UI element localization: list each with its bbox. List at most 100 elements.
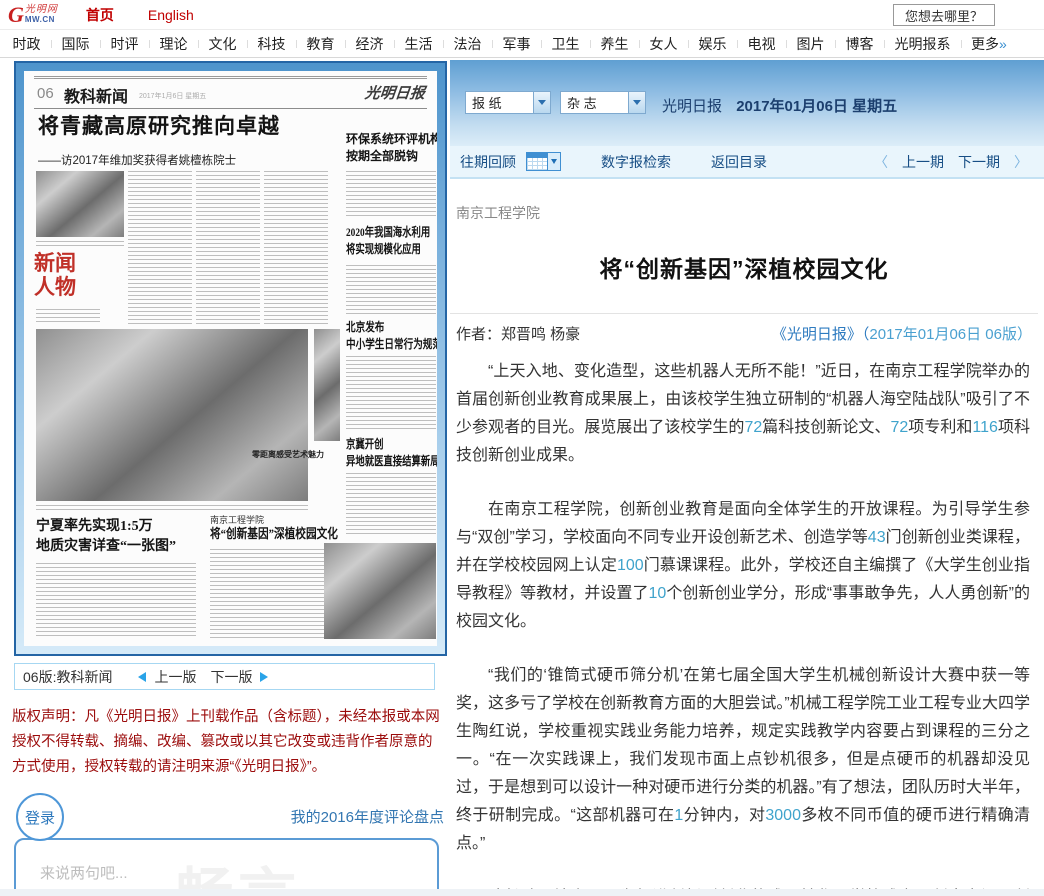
nav-item[interactable]: 卫生 — [541, 34, 590, 54]
calendar-picker[interactable] — [526, 152, 561, 171]
nav-item[interactable]: 生活 — [394, 34, 443, 54]
np-photo-caption: 零距离感受艺术魅力 — [252, 449, 324, 460]
newspaper-page-thumbnail[interactable]: 06 教科新闻 2017年1月6日 星期五 光明日报 将青藏高原研究推向卓越 —… — [14, 61, 447, 656]
nav-item[interactable]: 国际 — [51, 34, 100, 54]
article-kicker: 南京工程学院 — [456, 203, 1038, 223]
article-title: 将“创新基因”深植校园文化 — [450, 250, 1038, 284]
newspaper-page: 06 教科新闻 2017年1月6日 星期五 光明日报 将青藏高原研究推向卓越 —… — [24, 71, 437, 646]
magazine-select-value: 杂 志 — [567, 93, 628, 112]
newspaper-text-column — [210, 549, 332, 639]
current-page-label: 06版:教科新闻 — [23, 667, 112, 687]
newspaper-date-meta: 2017年1月6日 星期五 — [139, 91, 206, 101]
nav-item-more[interactable]: 更多» — [961, 34, 1017, 54]
back-to-toc-link[interactable]: 返回目录 — [711, 152, 767, 172]
nav-more-label: 更多 — [971, 36, 999, 52]
nav-item[interactable]: 养生 — [590, 34, 639, 54]
comment-input[interactable]: 来说两句吧... 畅言 — [14, 838, 439, 896]
angle-right-icon: 〉 — [1014, 152, 1028, 172]
newspaper-text-column — [36, 505, 308, 513]
logo-text: 光明网 MW.CN — [25, 5, 58, 24]
nav-item[interactable]: 娱乐 — [688, 34, 737, 54]
np-photo-strip — [314, 329, 340, 441]
bottom-bar — [0, 889, 1044, 896]
archive-link[interactable]: 往期回顾 — [460, 152, 516, 172]
np-news-figure-stamp: 新闻人物 — [34, 251, 84, 299]
chevron-right-icon: » — [999, 36, 1007, 52]
comment-summary-link[interactable]: 我的2016年度评论盘点 — [291, 806, 444, 827]
newspaper-text-column — [128, 171, 192, 325]
prev-page-label: 上一版 — [154, 667, 196, 687]
newspaper-text-column — [196, 171, 260, 325]
source-date: 2017年01月06日 06版） — [869, 326, 1032, 343]
newspaper-masthead: 光明日报 — [364, 82, 426, 103]
issue-nav-row: 往期回顾 数字报检索 返回目录 〈 上一期 下一期 〉 — [450, 146, 1044, 179]
article-body: “上天入地、变化造型，这些机器人无所不能！”近日，在南京工程学院举办的首届创新创… — [450, 344, 1038, 896]
home-link[interactable]: 首页 — [86, 5, 114, 25]
nav-item[interactable]: 经济 — [345, 34, 394, 54]
article-source-link[interactable]: 《光明日报》（2017年01月06日 06版） — [772, 323, 1032, 344]
gmw-logo[interactable]: G 光明网 MW.CN — [8, 4, 58, 26]
newspaper-text-column — [346, 473, 436, 535]
source-name: 《光明日报》（ — [772, 326, 870, 343]
triangle-right-icon — [260, 672, 268, 682]
prev-issue-link[interactable]: 上一期 — [902, 152, 944, 172]
nav-item[interactable]: 图片 — [786, 34, 835, 54]
nav-item[interactable]: 法治 — [443, 34, 492, 54]
article-author: 作者：郑晋鸣 杨豪 — [456, 323, 580, 344]
search-input[interactable] — [893, 4, 995, 26]
newspaper-text-column — [36, 309, 100, 325]
login-button[interactable]: 登录 — [16, 793, 64, 841]
paper-select[interactable]: 报 纸 — [465, 91, 551, 114]
copyright-notice: 版权声明：凡《光明日报》上刊载作品（含标题），未经本报或本网授权不得转载、摘编、… — [12, 705, 446, 780]
newspaper-section-title: 教科新闻 — [64, 83, 128, 107]
logo-en: MW.CN — [25, 15, 58, 24]
nav-item[interactable]: 军事 — [492, 34, 541, 54]
nav-item[interactable]: 电视 — [737, 34, 786, 54]
issue-pager: 〈 上一期 下一期 〉 — [874, 152, 1028, 172]
edition-title: 光明日报 2017年01月06日 星期五 — [662, 95, 897, 116]
english-link[interactable]: English — [148, 7, 194, 23]
newspaper-text-column — [36, 241, 124, 248]
newspaper-top-rule — [34, 76, 427, 79]
next-issue-link[interactable]: 下一期 — [958, 152, 1000, 172]
np-headline-innovation: 将“创新基因”深植校园文化 — [210, 525, 338, 542]
np-lead-headline: 将青藏高原研究推向卓越 — [38, 118, 328, 135]
nav-item[interactable]: 文化 — [198, 34, 247, 54]
comment-placeholder: 来说两句吧... — [40, 862, 128, 883]
article-paragraph: “我们的‘锥筒式硬币筛分机’在第七届全国大学生机械创新设计大赛中获一等奖，这多亏… — [456, 662, 1030, 858]
nav-item[interactable]: 科技 — [247, 34, 296, 54]
nav-item[interactable]: 光明报系 — [884, 34, 961, 54]
nav-item[interactable]: 时政 — [2, 34, 51, 54]
nav-item[interactable]: 女人 — [639, 34, 688, 54]
np-photo-scientist — [36, 171, 124, 237]
newspaper-page-number: 06 — [37, 85, 54, 102]
calendar-icon — [526, 152, 548, 171]
article-meta: 作者：郑晋鸣 杨豪 《光明日报》（2017年01月06日 06版） — [450, 314, 1038, 344]
main-nav: 时政国际时评理论文化科技教育经济生活法治军事卫生养生女人娱乐电视图片博客光明报系… — [0, 29, 1044, 58]
magazine-select[interactable]: 杂 志 — [560, 91, 646, 114]
digital-search-link[interactable]: 数字报检索 — [601, 152, 671, 172]
newspaper-text-column — [346, 356, 436, 432]
nav-item[interactable]: 博客 — [835, 34, 884, 54]
nav-item[interactable]: 教育 — [296, 34, 345, 54]
newspaper-text-column — [36, 563, 196, 639]
top-bar: G 光明网 MW.CN 首页 English — [0, 0, 1044, 29]
triangle-left-icon — [138, 672, 146, 682]
np-photo-meeting — [324, 543, 436, 639]
newspaper-text-column — [346, 171, 436, 219]
prev-page-link[interactable]: 上一版 — [138, 667, 200, 687]
nav-item[interactable]: 理论 — [149, 34, 198, 54]
nav-item[interactable]: 时评 — [100, 34, 149, 54]
dropdown-arrow-icon[interactable] — [628, 92, 645, 113]
article-paragraph: “上天入地、变化造型，这些机器人无所不能！”近日，在南京工程学院举办的首届创新创… — [456, 358, 1030, 470]
angle-left-icon: 〈 — [874, 152, 888, 172]
page: G 光明网 MW.CN 首页 English 时政国际时评理论文化科技教育经济生… — [0, 0, 1044, 896]
paper-name: 光明日报 — [662, 98, 722, 115]
article: 南京工程学院 将“创新基因”深植校园文化 作者：郑晋鸣 杨豪 《光明日报》（20… — [450, 179, 1038, 896]
calendar-dropdown-icon — [548, 152, 561, 171]
dropdown-arrow-icon[interactable] — [533, 92, 550, 113]
next-page-label: 下一版 — [210, 667, 252, 687]
newspaper-text-column — [264, 171, 328, 325]
next-page-link[interactable]: 下一版 — [206, 667, 268, 687]
page-nav-box: 06版:教科新闻 上一版 下一版 — [14, 663, 435, 690]
